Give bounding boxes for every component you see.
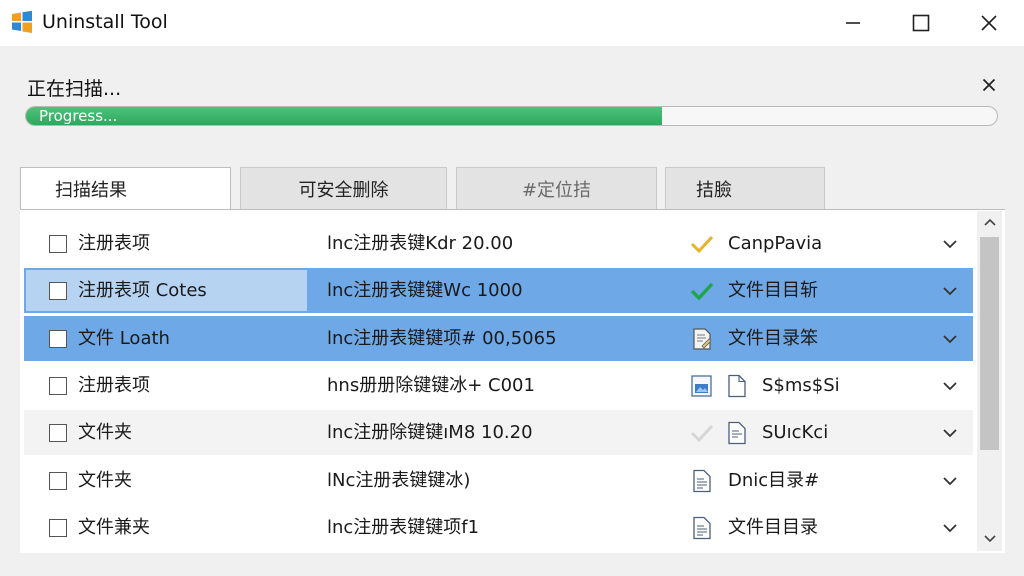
list-item[interactable]: 注册表项 hns册册除键键冰+ C001 S$ms$Si — [24, 363, 973, 408]
list-item[interactable]: 文件夹 lnc注册除键键ıM8 10.20 SUıcKci — [24, 410, 973, 455]
item-status: 文件目目斩 — [728, 280, 818, 301]
app-logo-icon — [12, 10, 32, 33]
item-checkbox[interactable] — [49, 235, 67, 253]
item-path: hns册册除键键冰+ C001 — [327, 375, 535, 396]
close-icon — [981, 15, 997, 31]
item-path: lnc注册表键键项f1 — [327, 517, 480, 538]
document-edit-icon — [693, 328, 712, 350]
chevron-down-icon[interactable] — [941, 377, 959, 395]
text-file-icon — [693, 516, 711, 540]
tab-scan-results[interactable]: 扫描结果 — [20, 167, 231, 210]
tab-label: #定位拮 — [521, 179, 592, 201]
chevron-down-icon[interactable] — [941, 235, 959, 253]
item-checkbox[interactable] — [49, 330, 67, 348]
tab-safe-to-delete[interactable]: 可安全删除 — [240, 167, 447, 209]
checkmark-faded-icon — [690, 424, 714, 443]
scan-status-title: 正在扫描... — [27, 78, 122, 100]
item-status: Dnic目录# — [728, 470, 820, 491]
scan-progress-bar: Progress... — [25, 106, 998, 126]
scroll-down-icon[interactable] — [983, 534, 997, 544]
item-type: 文件夹 — [78, 422, 132, 443]
progress-fill — [26, 107, 662, 125]
maximize-button[interactable] — [890, 0, 952, 46]
item-checkbox[interactable] — [49, 282, 67, 300]
item-path: lNc注册表键键冰) — [327, 470, 471, 491]
text-file-icon — [728, 421, 746, 445]
item-status: S$ms$Si — [762, 375, 840, 396]
title-bar: Uninstall Tool — [0, 0, 1024, 46]
chevron-down-icon[interactable] — [941, 472, 959, 490]
item-checkbox[interactable] — [49, 472, 67, 490]
item-path: lnc注册表键键Wc 1000 — [327, 280, 523, 301]
list-item[interactable]: 注册表项 Cotes lnc注册表键键Wc 1000 文件目目斩 — [24, 268, 973, 313]
item-path: lnc注册表键Kdr 20.00 — [327, 233, 514, 254]
vertical-scrollbar[interactable] — [977, 211, 1002, 551]
item-checkbox[interactable] — [49, 519, 67, 537]
scrollbar-thumb[interactable] — [980, 237, 999, 450]
list-item[interactable]: 文件兼夹 lnc注册表键键项f1 文件目目录 — [24, 505, 973, 550]
tab-label: 扫描结果 — [55, 180, 127, 201]
tab-label: 拮臉 — [696, 179, 732, 201]
minimize-button[interactable] — [822, 0, 884, 46]
chevron-down-icon[interactable] — [941, 282, 959, 300]
item-type: 文件 Loath — [78, 328, 170, 349]
item-status: CanpPavia — [728, 233, 823, 254]
item-path: lnc注册除键键ıM8 10.20 — [327, 422, 533, 443]
document-icon — [728, 374, 746, 398]
tab-other[interactable]: 拮臉 — [665, 167, 825, 209]
tab-locate[interactable]: #定位拮 — [456, 167, 657, 209]
checkmark-yellow-icon — [690, 235, 714, 254]
chevron-down-icon[interactable] — [941, 519, 959, 537]
item-status: 文件目目录 — [728, 517, 818, 538]
checkmark-green-icon — [690, 282, 714, 301]
item-type: 注册表项 Cotes — [78, 280, 207, 301]
list-item[interactable]: 文件夹 lNc注册表键键冰) Dnic目录# — [24, 458, 973, 503]
tab-label: 可安全删除 — [298, 179, 389, 201]
chevron-down-icon[interactable] — [941, 424, 959, 442]
minimize-icon — [846, 22, 860, 24]
list-item[interactable]: 文件 Loath lnc注册表键键项# 00,5065 文件目录笨 — [24, 316, 973, 361]
image-file-icon — [691, 375, 712, 397]
item-checkbox[interactable] — [49, 377, 67, 395]
close-window-button[interactable] — [958, 0, 1020, 46]
scroll-up-icon[interactable] — [983, 217, 997, 227]
progress-label: Progress... — [39, 107, 118, 125]
item-path: lnc注册表键键项# 00,5065 — [327, 328, 557, 349]
item-type: 文件夹 — [78, 470, 132, 491]
item-status: 文件目录笨 — [728, 328, 818, 349]
item-checkbox[interactable] — [49, 424, 67, 442]
text-file-icon — [693, 469, 711, 493]
item-status: SUıcKci — [762, 422, 829, 443]
window-title: Uninstall Tool — [42, 11, 168, 33]
chevron-down-icon[interactable] — [941, 330, 959, 348]
item-type: 文件兼夹 — [78, 517, 150, 538]
list-item[interactable]: 注册表项 lnc注册表键Kdr 20.00 CanpPavia — [24, 221, 973, 266]
item-type: 注册表项 — [78, 375, 150, 396]
maximize-icon — [912, 14, 930, 32]
item-type: 注册表项 — [78, 233, 150, 254]
close-icon — [982, 78, 996, 92]
dismiss-scan-button[interactable] — [978, 74, 1000, 96]
